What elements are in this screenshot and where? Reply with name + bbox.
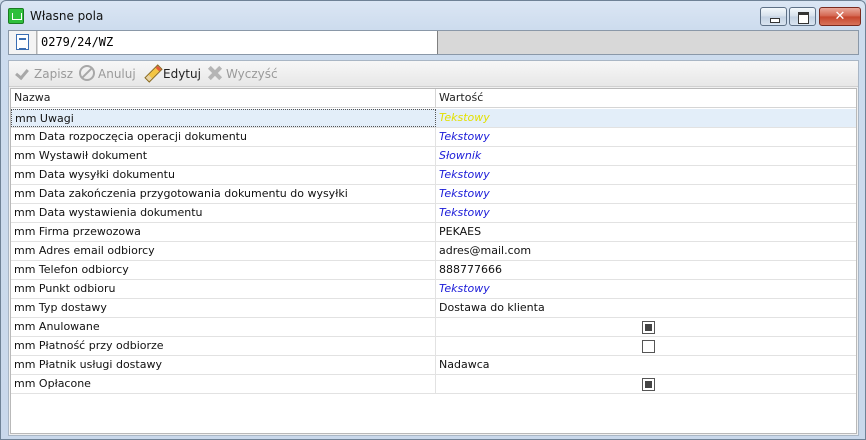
field-value: Tekstowy <box>439 187 490 200</box>
document-row: 0279/24/WZ <box>8 30 859 55</box>
toolbar: Zapisz Anuluj Edytuj Wyczyść <box>9 61 858 87</box>
table-row[interactable]: mm Data zakończenia przygotowania dokume… <box>11 185 856 204</box>
table-row[interactable]: mm Anulowane <box>11 318 856 337</box>
close-button[interactable]: ✕ <box>819 7 861 26</box>
table-row[interactable]: mm Punkt odbioru Tekstowy <box>11 280 856 299</box>
field-name-cell[interactable]: mm Opłacone <box>11 375 436 393</box>
checkmark-icon <box>15 65 31 81</box>
table-row[interactable]: mm Typ dostawy Dostawa do klienta <box>11 299 856 318</box>
field-value-cell[interactable]: PEKAES <box>436 223 856 241</box>
table-row[interactable]: mm Płatność przy odbiorze <box>11 337 856 356</box>
field-value-cell[interactable]: Nadawca <box>436 356 856 374</box>
field-name-cell[interactable]: mm Typ dostawy <box>11 299 436 317</box>
maximize-button[interactable] <box>789 7 816 26</box>
field-value-cell[interactable] <box>436 337 856 355</box>
table-row[interactable]: mm Telefon odbiorcy 888777666 <box>11 261 856 280</box>
field-value-cell[interactable]: Tekstowy <box>436 185 856 203</box>
field-name-cell[interactable]: mm Anulowane <box>11 318 436 336</box>
field-name-cell[interactable]: mm Płatnik usługi dostawy <box>11 356 436 374</box>
field-value: Tekstowy <box>439 111 490 124</box>
app-icon <box>8 8 24 24</box>
field-name-cell[interactable]: mm Data zakończenia przygotowania dokume… <box>11 185 436 203</box>
field-value: Tekstowy <box>439 130 490 143</box>
field-value: Tekstowy <box>439 282 490 295</box>
field-checkbox[interactable] <box>642 321 655 334</box>
pencil-icon <box>144 65 160 81</box>
save-button[interactable]: Zapisz <box>15 65 73 83</box>
close-icon: ✕ <box>834 9 846 24</box>
table-row[interactable]: mm Wystawił dokument Słownik <box>11 147 856 166</box>
field-value: Słownik <box>439 149 482 162</box>
document-icon-button[interactable] <box>9 31 37 54</box>
field-value: Tekstowy <box>439 168 490 181</box>
field-name-cell[interactable]: mm Data wysyłki dokumentu <box>11 166 436 184</box>
field-name-cell[interactable]: mm Firma przewozowa <box>11 223 436 241</box>
grid-header: Nazwa Wartość <box>11 89 856 108</box>
field-value-cell[interactable]: Tekstowy <box>436 204 856 222</box>
window-title: Własne pola <box>30 9 104 23</box>
column-header-value[interactable]: Wartość <box>436 89 856 108</box>
field-checkbox[interactable] <box>642 378 655 391</box>
cancel-button[interactable]: Anuluj <box>79 65 136 83</box>
field-value-cell[interactable]: Tekstowy <box>436 109 856 127</box>
clear-button[interactable]: Wyczyść <box>207 65 278 83</box>
cancel-label: Anuluj <box>98 67 136 81</box>
minimize-button[interactable] <box>760 7 787 26</box>
window: Własne pola ✕ 0279/24/WZ Zapisz Anuluj E… <box>0 0 866 440</box>
table-row[interactable]: mm Adres email odbiorcy adres@mail.com <box>11 242 856 261</box>
field-value: Tekstowy <box>439 206 490 219</box>
column-header-name[interactable]: Nazwa <box>11 89 436 108</box>
field-name-cell[interactable]: mm Adres email odbiorcy <box>11 242 436 260</box>
table-row[interactable]: mm Firma przewozowa PEKAES <box>11 223 856 242</box>
document-icon <box>16 34 29 50</box>
custom-fields-panel: Zapisz Anuluj Edytuj Wyczyść Nazwa Warto… <box>8 60 859 436</box>
title-bar[interactable]: Własne pola ✕ <box>1 1 865 31</box>
field-value-cell[interactable] <box>436 318 856 336</box>
field-value: Dostawa do klienta <box>439 301 545 314</box>
field-name-cell[interactable]: mm Data rozpoczęcia operacji dokumentu <box>11 128 436 146</box>
clear-x-icon <box>207 65 223 81</box>
table-row[interactable]: mm Data rozpoczęcia operacji dokumentu Te… <box>11 128 856 147</box>
field-value-cell[interactable]: Tekstowy <box>436 128 856 146</box>
field-value-cell[interactable]: Tekstowy <box>436 280 856 298</box>
field-name-cell[interactable]: mm Telefon odbiorcy <box>11 261 436 279</box>
field-value: PEKAES <box>439 225 482 238</box>
edit-label: Edytuj <box>163 67 201 81</box>
save-label: Zapisz <box>34 67 74 81</box>
cancel-icon <box>79 65 95 81</box>
field-name-cell[interactable]: mm Data wystawienia dokumentu <box>11 204 436 222</box>
document-number-field[interactable]: 0279/24/WZ <box>38 31 438 54</box>
table-row[interactable]: mm Płatnik usługi dostawy Nadawca <box>11 356 856 375</box>
table-row[interactable]: mm Data wysyłki dokumentu Tekstowy <box>11 166 856 185</box>
field-value-cell[interactable]: Tekstowy <box>436 166 856 184</box>
field-value: 888777666 <box>439 263 502 276</box>
field-name-cell[interactable]: mm Wystawił dokument <box>11 147 436 165</box>
fields-grid: Nazwa Wartość mm Uwagi Tekstowy mm Data ro… <box>10 88 857 434</box>
field-value: Nadawca <box>439 358 490 371</box>
field-value-cell[interactable] <box>436 375 856 393</box>
edit-button[interactable]: Edytuj <box>144 65 201 83</box>
field-name-cell[interactable]: mm Płatność przy odbiorze <box>11 337 436 355</box>
field-value-cell[interactable]: Dostawa do klienta <box>436 299 856 317</box>
clear-label: Wyczyść <box>226 67 278 81</box>
field-value: adres@mail.com <box>439 244 532 257</box>
field-value-cell[interactable]: Słownik <box>436 147 856 165</box>
field-name-cell[interactable]: mm Punkt odbioru <box>11 280 436 298</box>
table-row[interactable]: mm Uwagi Tekstowy <box>11 109 856 128</box>
field-value-cell[interactable]: adres@mail.com <box>436 242 856 260</box>
table-row[interactable]: mm Data wystawienia dokumentu Tekstowy <box>11 204 856 223</box>
field-value-cell[interactable]: 888777666 <box>436 261 856 279</box>
field-checkbox[interactable] <box>642 340 655 353</box>
table-row[interactable]: mm Opłacone <box>11 375 856 394</box>
field-name-cell[interactable]: mm Uwagi <box>11 109 436 127</box>
